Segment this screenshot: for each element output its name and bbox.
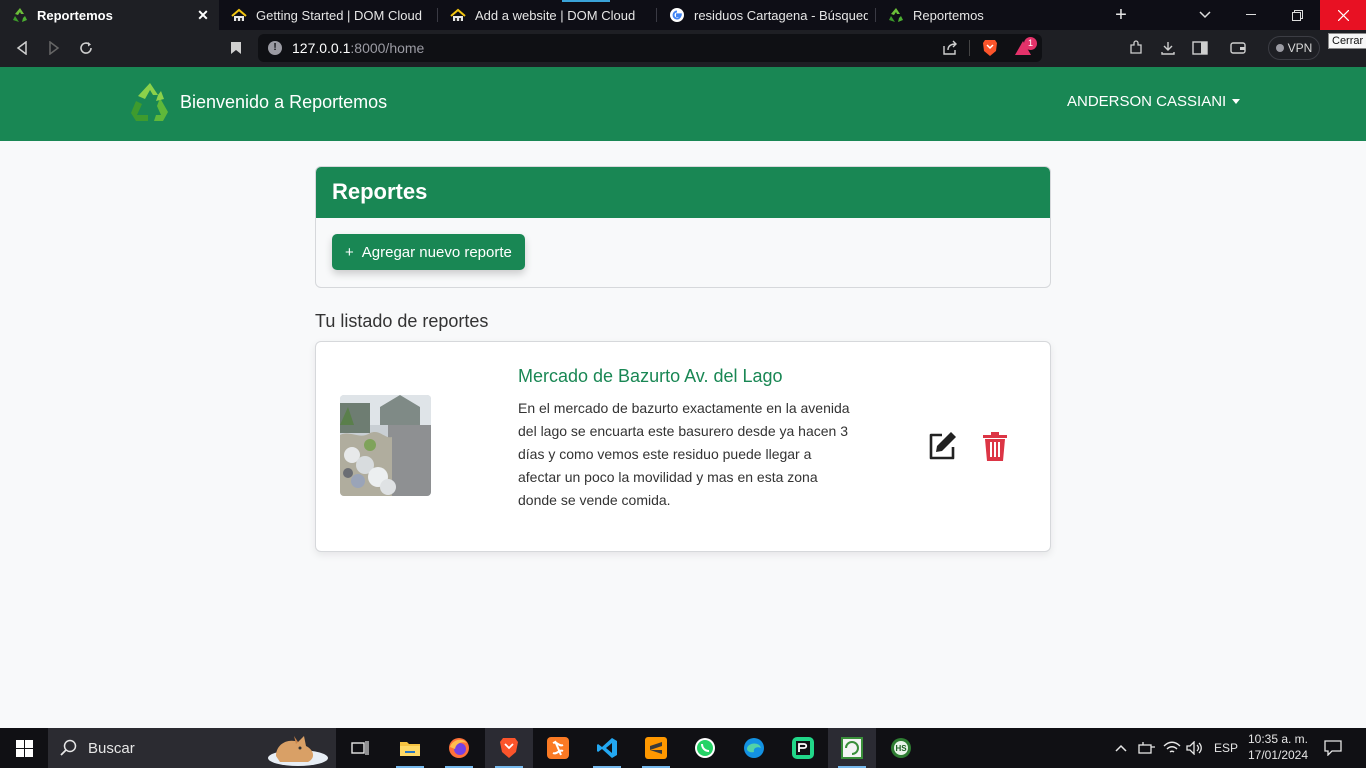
report-card: Mercado de Bazurto Av. del Lago En el me… (315, 341, 1051, 552)
domcloud-icon (231, 7, 247, 23)
plus-icon: + (345, 243, 354, 261)
add-report-button[interactable]: + Agregar nuevo reporte (332, 234, 525, 270)
close-window-icon[interactable] (1320, 0, 1366, 30)
add-report-label: Agregar nuevo reporte (361, 243, 512, 261)
clock-date: 17/01/2024 (1247, 748, 1309, 762)
tab-getting-started[interactable]: Getting Started | DOM Cloud (219, 0, 438, 30)
reports-panel: Reportes + Agregar nuevo reporte (315, 166, 1051, 288)
notifications-icon[interactable] (1324, 728, 1342, 768)
tab-title: Reportemos (37, 7, 113, 23)
tab-loading-indicator (562, 0, 610, 2)
tab-title: Reportemos (913, 7, 984, 23)
report-photo[interactable] (340, 395, 431, 496)
vscode-icon[interactable] (583, 728, 631, 768)
browser-toolbar: ! 127.0.0.1:8000/home 1 VPN (0, 30, 1366, 67)
wallet-icon[interactable] (1228, 38, 1248, 58)
close-tab-icon[interactable]: ✕ (195, 7, 211, 24)
volume-icon[interactable] (1186, 728, 1204, 768)
network-adapter-icon[interactable] (1138, 728, 1156, 768)
windows-taskbar: Buscar HS ESP 10:35 a. m. 17/01/2024 (0, 728, 1366, 768)
vpn-button[interactable]: VPN (1268, 36, 1320, 60)
sublime-text-icon[interactable] (632, 728, 680, 768)
brand-link[interactable]: Bienvenido a Reportemos (128, 80, 387, 124)
reports-panel-title: Reportes (316, 167, 1050, 218)
caret-down-icon (1232, 99, 1241, 104)
clock-time: 10:35 a. m. (1247, 732, 1309, 746)
tab-google-search[interactable]: residuos Cartagena - Búsqueda de (657, 0, 876, 30)
sidebar-icon[interactable] (1190, 38, 1210, 58)
recycle-logo-icon (131, 83, 168, 121)
edit-icon (929, 432, 956, 460)
tab-title: Getting Started | DOM Cloud (256, 7, 422, 23)
list-heading: Tu listado de reportes (315, 311, 489, 331)
share-icon[interactable] (942, 40, 958, 61)
tab-list-chevron-icon[interactable] (1190, 0, 1220, 30)
report-title[interactable]: Mercado de Bazurto Av. del Lago (518, 366, 783, 387)
domcloud-icon (450, 7, 466, 23)
extensions-icon[interactable] (1126, 38, 1146, 58)
whatsapp-icon[interactable] (681, 728, 729, 768)
site-info-icon[interactable]: ! (268, 41, 282, 55)
fox-search-highlight-icon (268, 736, 328, 766)
svg-text:HS: HS (895, 744, 907, 753)
tab-title: residuos Cartagena - Búsqueda de (694, 7, 868, 23)
minimize-icon[interactable] (1228, 0, 1274, 30)
taskbar-search[interactable]: Buscar (48, 728, 336, 768)
user-dropdown[interactable]: ANDERSON CASSIANI (1067, 93, 1241, 110)
tray-overflow-icon[interactable] (1114, 728, 1128, 768)
app-window-icon[interactable] (828, 728, 876, 768)
download-icon[interactable] (1158, 38, 1178, 58)
search-icon (60, 739, 77, 756)
rewards-badge: 1 (1024, 37, 1037, 50)
back-icon[interactable] (12, 38, 32, 58)
google-icon (669, 7, 685, 23)
forward-icon[interactable] (44, 38, 64, 58)
bookmark-icon[interactable] (226, 38, 246, 58)
taskbar-clock[interactable]: 10:35 a. m. 17/01/2024 (1244, 731, 1312, 763)
restore-icon[interactable] (1274, 0, 1320, 30)
new-tab-icon[interactable]: + (1106, 0, 1136, 30)
pycharm-icon[interactable] (779, 728, 827, 768)
language-indicator[interactable]: ESP (1214, 728, 1238, 768)
edit-report-button[interactable] (926, 430, 958, 462)
edge-icon[interactable] (730, 728, 778, 768)
user-name: ANDERSON CASSIANI (1067, 93, 1227, 110)
address-bar[interactable]: ! 127.0.0.1:8000/home 1 (258, 34, 1042, 62)
recycle-icon (12, 7, 28, 23)
recycle-icon (888, 7, 904, 23)
vpn-status-icon (1275, 44, 1284, 52)
windows-start-icon[interactable] (0, 728, 48, 768)
tab-reportemos[interactable]: Reportemos ✕ (0, 0, 219, 30)
task-view-icon[interactable] (336, 728, 384, 768)
delete-report-button[interactable] (979, 430, 1011, 462)
search-placeholder: Buscar (88, 739, 135, 757)
reload-icon[interactable] (76, 38, 96, 58)
browser-tab-strip: Reportemos ✕ Getting Started | DOM Cloud… (0, 0, 1366, 30)
brand-title: Bienvenido a Reportemos (180, 91, 388, 112)
url-text[interactable]: 127.0.0.1:8000/home (292, 40, 424, 56)
tab-reportemos-2[interactable]: Reportemos (876, 0, 1095, 30)
close-tooltip: Cerrar (1328, 33, 1366, 49)
url-path: :8000/home (350, 40, 425, 56)
xampp-icon[interactable] (534, 728, 582, 768)
file-explorer-icon[interactable] (386, 728, 434, 768)
hs-app-icon[interactable]: HS (877, 728, 925, 768)
url-divider (969, 40, 970, 56)
brave-browser-icon[interactable] (485, 728, 533, 768)
tab-add-website[interactable]: Add a website | DOM Cloud (438, 0, 657, 30)
vpn-label: VPN (1287, 41, 1313, 55)
firefox-icon[interactable] (435, 728, 483, 768)
url-host: 127.0.0.1 (292, 40, 351, 56)
report-description: En el mercado de bazurto exactamente en … (518, 400, 850, 508)
trash-icon (983, 432, 1007, 461)
wifi-icon[interactable] (1163, 728, 1181, 768)
app-navbar: Bienvenido a Reportemos ANDERSON CASSIAN… (0, 67, 1366, 141)
brave-shield-icon[interactable] (982, 39, 998, 62)
tab-title: Add a website | DOM Cloud (475, 7, 636, 23)
